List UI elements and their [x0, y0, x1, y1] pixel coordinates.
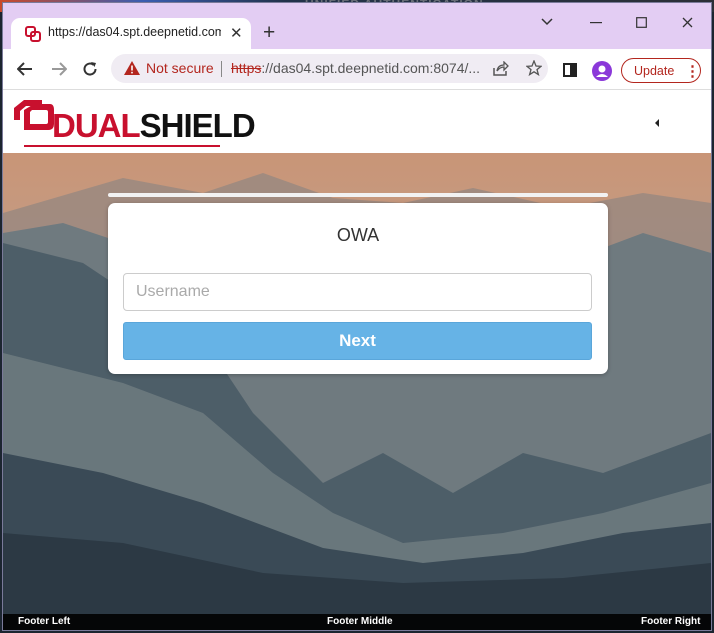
bookmark-star-icon[interactable] [526, 60, 542, 76]
tab-strip: https://das04.spt.deepnetid.com/ ✕ + [3, 3, 711, 49]
tab-close-icon[interactable]: ✕ [230, 24, 243, 42]
maximize-icon[interactable] [636, 17, 647, 28]
browser-window: https://das04.spt.deepnetid.com/ ✕ + Not… [3, 3, 711, 630]
update-label: Update [634, 64, 675, 78]
browser-toolbar: Not secure https://das04.spt.deepnetid.c… [3, 49, 711, 90]
username-input[interactable] [123, 273, 592, 311]
logo-part-1: DUAL [52, 107, 141, 144]
collapse-caret-icon[interactable] [655, 119, 659, 127]
person-icon [596, 65, 608, 77]
site-favicon-icon [25, 26, 41, 42]
tab-search-chevron-icon[interactable] [540, 17, 554, 27]
reload-icon[interactable] [82, 61, 98, 77]
tab-title: https://das04.spt.deepnetid.com/ [48, 25, 221, 39]
logo-part-2: SHIELD [139, 107, 256, 144]
dualshield-logo-icon [14, 100, 54, 130]
back-arrow-icon[interactable] [17, 62, 33, 76]
share-icon[interactable] [493, 61, 509, 76]
login-progress-bar [108, 193, 608, 197]
footer-middle: Footer Middle [327, 616, 393, 627]
update-button[interactable]: Update ⋮ [621, 58, 701, 83]
web-page: DUALSHIELD OWA Username Next [3, 90, 711, 614]
profile-avatar[interactable] [592, 61, 612, 81]
forward-arrow-icon[interactable] [51, 62, 67, 76]
url-scheme: https [231, 60, 262, 76]
logo-underline [24, 145, 220, 147]
new-tab-icon[interactable]: + [263, 22, 275, 43]
site-header: DUALSHIELD [3, 90, 711, 153]
url-rest: ://das04.spt.deepnetid.com:8074/... [261, 60, 479, 76]
logo-wordmark: DUALSHIELD [52, 106, 256, 146]
login-title: OWA [336, 225, 380, 245]
minimize-icon[interactable] [590, 22, 602, 24]
page-footer: Footer Left Footer Middle Footer Right [3, 614, 711, 630]
security-status[interactable]: Not secure [146, 60, 214, 76]
footer-right: Footer Right [641, 616, 701, 627]
omnibox-divider [221, 61, 222, 77]
side-panel-icon[interactable] [563, 63, 577, 77]
warning-icon [124, 61, 140, 75]
login-card: OWA Next [108, 203, 608, 374]
url-text[interactable]: https://das04.spt.deepnetid.com:8074/... [231, 60, 479, 76]
browser-tab[interactable]: https://das04.spt.deepnetid.com/ ✕ [11, 18, 251, 49]
more-menu-icon[interactable]: ⋮ [685, 62, 700, 80]
footer-left: Footer Left [18, 616, 71, 627]
close-window-icon[interactable] [682, 17, 693, 28]
address-bar[interactable]: Not secure https://das04.spt.deepnetid.c… [111, 54, 548, 83]
next-button[interactable]: Next [123, 322, 592, 360]
